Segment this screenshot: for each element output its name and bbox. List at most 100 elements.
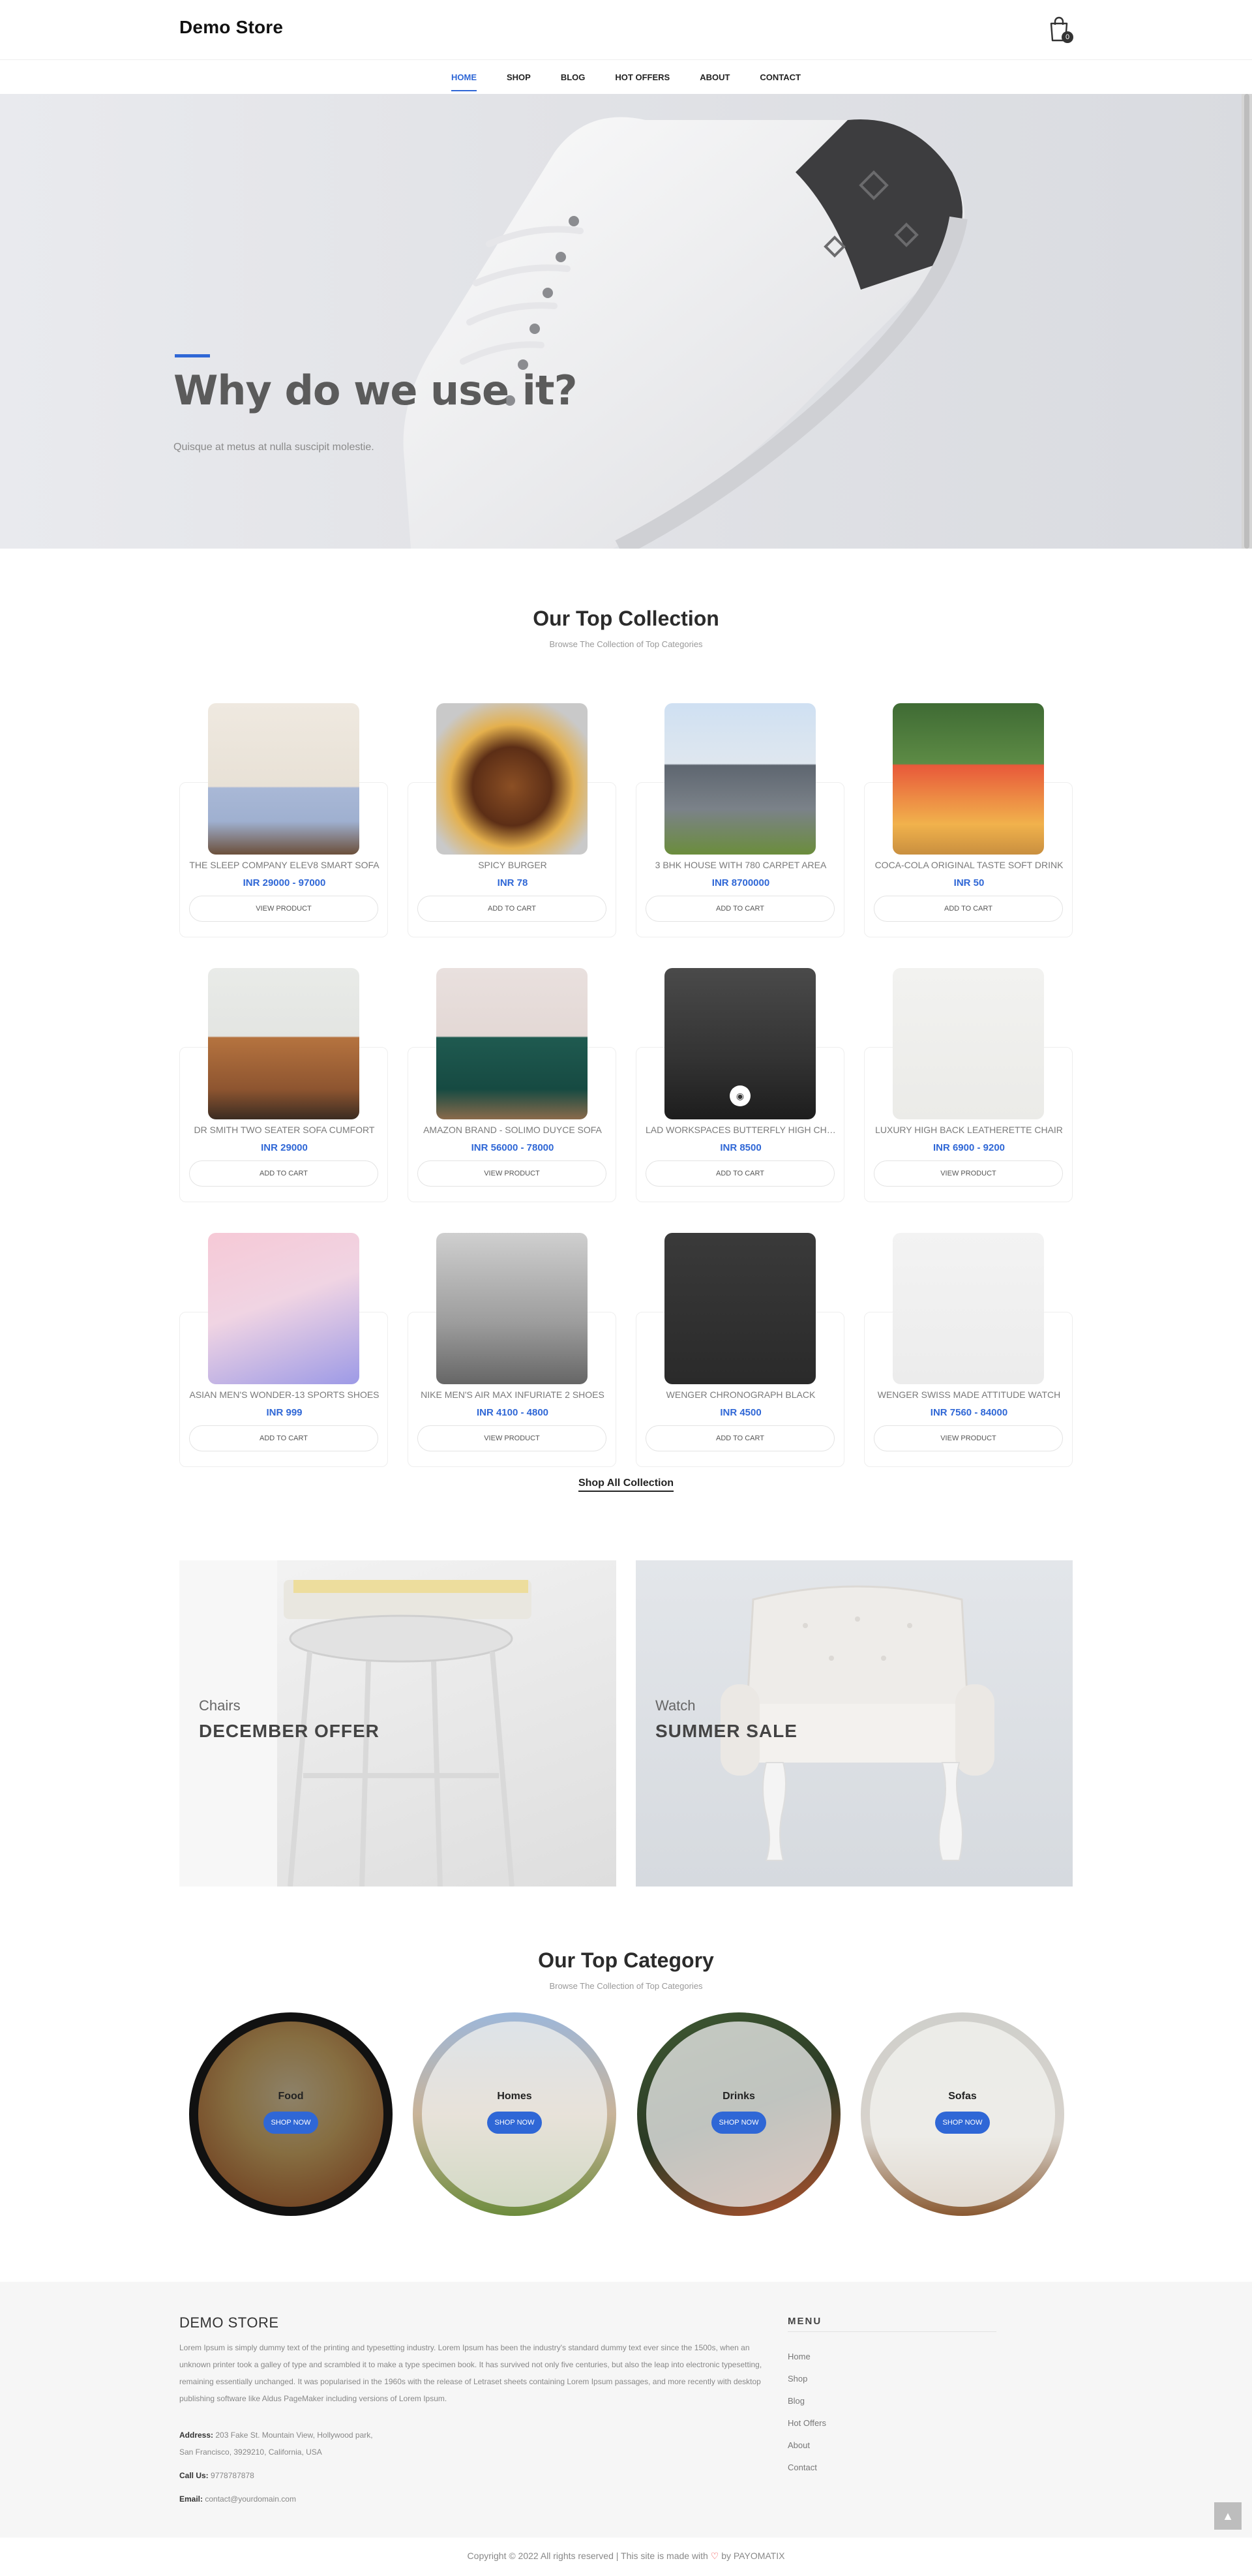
add-to-cart-button[interactable]: ADD TO CART: [874, 896, 1063, 922]
promo-banner-watch[interactable]: Watch SUMMER SALE: [636, 1560, 1073, 1887]
nav-contact[interactable]: CONTACT: [760, 62, 801, 93]
collection-subtitle: Browse The Collection of Top Categories: [549, 639, 703, 649]
product-price: INR 78: [497, 877, 528, 888]
call-value[interactable]: 9778787878: [211, 2471, 254, 2480]
product-image[interactable]: [893, 703, 1044, 855]
product-image[interactable]: [664, 703, 816, 855]
footer-address: Address: 203 Fake St. Mountain View, Hol…: [179, 2427, 373, 2461]
product-card[interactable]: WENGER SWISS MADE ATTITUDE WATCH INR 7560…: [864, 1233, 1073, 1467]
footer-brand: DEMO STORE: [179, 2314, 279, 2331]
footer-link-home[interactable]: Home: [788, 2346, 826, 2368]
add-to-cart-button[interactable]: ADD TO CART: [189, 1425, 378, 1451]
heart-icon: ♡: [710, 2551, 719, 2561]
footer-link-about[interactable]: About: [788, 2434, 826, 2457]
product-name[interactable]: LAD WORKSPACES BUTTERFLY HIGH CHAIR: [646, 1125, 836, 1135]
hero-scrollbar[interactable]: [1242, 94, 1252, 549]
brand-logo[interactable]: Demo Store: [179, 17, 283, 38]
product-name[interactable]: AMAZON BRAND - SOLIMO DUYCE SOFA: [417, 1125, 608, 1135]
footer-menu-divider: [788, 2331, 996, 2332]
product-name[interactable]: NIKE MEN'S AIR MAX INFURIATE 2 SHOES: [417, 1389, 608, 1400]
site-footer: DEMO STORE Lorem Ipsum is simply dummy t…: [0, 2282, 1252, 2538]
category-food[interactable]: Food SHOP NOW: [189, 2012, 393, 2216]
nav-hot-offers[interactable]: HOT OFFERS: [615, 62, 670, 93]
cart-count-badge: 0: [1062, 31, 1073, 43]
view-product-button[interactable]: VIEW PRODUCT: [874, 1160, 1063, 1187]
product-name[interactable]: LUXURY HIGH BACK LEATHERETTE CHAIR: [874, 1125, 1064, 1135]
product-image[interactable]: [893, 968, 1044, 1119]
category-sofas[interactable]: Sofas SHOP NOW: [861, 2012, 1064, 2216]
footer-about-text: Lorem Ipsum is simply dummy text of the …: [179, 2343, 762, 2403]
add-to-cart-button[interactable]: ADD TO CART: [646, 1160, 835, 1187]
product-name[interactable]: COCA-COLA ORIGINAL TASTE SOFT DRINK: [874, 860, 1064, 870]
product-card[interactable]: SPICY BURGER INR 78 ADD TO CART: [408, 703, 616, 937]
back-to-top-button[interactable]: ▲: [1214, 2502, 1242, 2530]
product-name[interactable]: SPICY BURGER: [417, 860, 608, 870]
nav-shop[interactable]: SHOP: [507, 62, 531, 93]
product-card[interactable]: ASIAN MEN'S WONDER-13 SPORTS SHOES INR 99…: [179, 1233, 388, 1467]
category-title: Our Top Category: [538, 1948, 714, 1972]
product-price: INR 6900 - 9200: [932, 1142, 1006, 1153]
view-product-button[interactable]: VIEW PRODUCT: [189, 896, 378, 922]
product-image[interactable]: [893, 1233, 1044, 1384]
product-card[interactable]: DR SMITH TWO SEATER SOFA CUMFORT INR 2900…: [179, 968, 388, 1202]
product-image[interactable]: [208, 703, 359, 855]
product-image[interactable]: ◉: [664, 968, 816, 1119]
category-homes[interactable]: Homes SHOP NOW: [413, 2012, 616, 2216]
call-label: Call Us:: [179, 2471, 209, 2480]
footer-link-contact[interactable]: Contact: [788, 2457, 826, 2479]
product-card[interactable]: COCA-COLA ORIGINAL TASTE SOFT DRINK INR 5…: [864, 703, 1073, 937]
product-name[interactable]: DR SMITH TWO SEATER SOFA CUMFORT: [189, 1125, 380, 1135]
category-drinks[interactable]: Drinks SHOP NOW: [637, 2012, 841, 2216]
product-image[interactable]: [208, 1233, 359, 1384]
product-name[interactable]: THE SLEEP COMPANY ELEV8 SMART SOFA: [189, 860, 380, 870]
product-card[interactable]: LUXURY HIGH BACK LEATHERETTE CHAIR INR 69…: [864, 968, 1073, 1202]
main-nav: HOME SHOP BLOG HOT OFFERS ABOUT CONTACT: [0, 60, 1252, 94]
quick-view-eye-icon[interactable]: ◉: [730, 1085, 751, 1106]
nav-home[interactable]: HOME: [451, 62, 477, 93]
product-image[interactable]: [664, 1233, 816, 1384]
product-price: INR 4100 - 4800: [476, 1407, 549, 1418]
product-card[interactable]: ◉ LAD WORKSPACES BUTTERFLY HIGH CHAIR INR …: [636, 968, 844, 1202]
product-name[interactable]: WENGER CHRONOGRAPH BLACK: [646, 1389, 836, 1400]
view-product-button[interactable]: VIEW PRODUCT: [417, 1160, 606, 1187]
nav-about[interactable]: ABOUT: [700, 62, 730, 93]
hero-title: Why do we use it?: [173, 367, 578, 414]
product-name[interactable]: ASIAN MEN'S WONDER-13 SPORTS SHOES: [189, 1389, 380, 1400]
shop-now-button[interactable]: SHOP NOW: [935, 2112, 990, 2134]
product-card[interactable]: 3 BHK HOUSE WITH 780 CARPET AREA INR 8700…: [636, 703, 844, 937]
shop-now-button[interactable]: SHOP NOW: [263, 2112, 318, 2134]
footer-link-hot-offers[interactable]: Hot Offers: [788, 2412, 826, 2434]
product-card[interactable]: NIKE MEN'S AIR MAX INFURIATE 2 SHOES INR …: [408, 1233, 616, 1467]
product-price: INR 29000: [261, 1142, 308, 1153]
promo-banner-chairs[interactable]: Chairs DECEMBER OFFER: [179, 1560, 616, 1887]
shop-now-button[interactable]: SHOP NOW: [711, 2112, 766, 2134]
product-image[interactable]: [436, 1233, 588, 1384]
product-image[interactable]: [208, 968, 359, 1119]
nav-blog[interactable]: BLOG: [561, 62, 586, 93]
view-product-button[interactable]: VIEW PRODUCT: [417, 1425, 606, 1451]
product-card[interactable]: THE SLEEP COMPANY ELEV8 SMART SOFA INR 29…: [179, 703, 388, 937]
add-to-cart-button[interactable]: ADD TO CART: [417, 896, 606, 922]
product-name[interactable]: 3 BHK HOUSE WITH 780 CARPET AREA: [646, 860, 836, 870]
footer-link-blog[interactable]: Blog: [788, 2390, 826, 2412]
copyright-credit: by PAYOMATIX: [721, 2551, 785, 2561]
product-name[interactable]: WENGER SWISS MADE ATTITUDE WATCH: [874, 1389, 1064, 1400]
add-to-cart-button[interactable]: ADD TO CART: [646, 896, 835, 922]
footer-link-shop[interactable]: Shop: [788, 2368, 826, 2390]
shop-now-button[interactable]: SHOP NOW: [487, 2112, 542, 2134]
product-image[interactable]: [436, 968, 588, 1119]
cart-button[interactable]: 0: [1049, 16, 1073, 43]
shop-all-link[interactable]: Shop All Collection: [578, 1477, 674, 1492]
add-to-cart-button[interactable]: ADD TO CART: [189, 1160, 378, 1187]
product-card[interactable]: AMAZON BRAND - SOLIMO DUYCE SOFA INR 5600…: [408, 968, 616, 1202]
footer-menu: Home Shop Blog Hot Offers About Contact: [788, 2346, 826, 2479]
product-image[interactable]: [436, 703, 588, 855]
view-product-button[interactable]: VIEW PRODUCT: [874, 1425, 1063, 1451]
add-to-cart-button[interactable]: ADD TO CART: [646, 1425, 835, 1451]
category-label: Sofas: [948, 2091, 977, 2102]
banner-category: Chairs: [199, 1697, 241, 1714]
product-card[interactable]: WENGER CHRONOGRAPH BLACK INR 4500 ADD TO C…: [636, 1233, 844, 1467]
product-price: INR 7560 - 84000: [930, 1407, 1008, 1418]
arrow-up-icon: ▲: [1222, 2509, 1234, 2523]
email-value[interactable]: contact@yourdomain.com: [205, 2494, 296, 2504]
